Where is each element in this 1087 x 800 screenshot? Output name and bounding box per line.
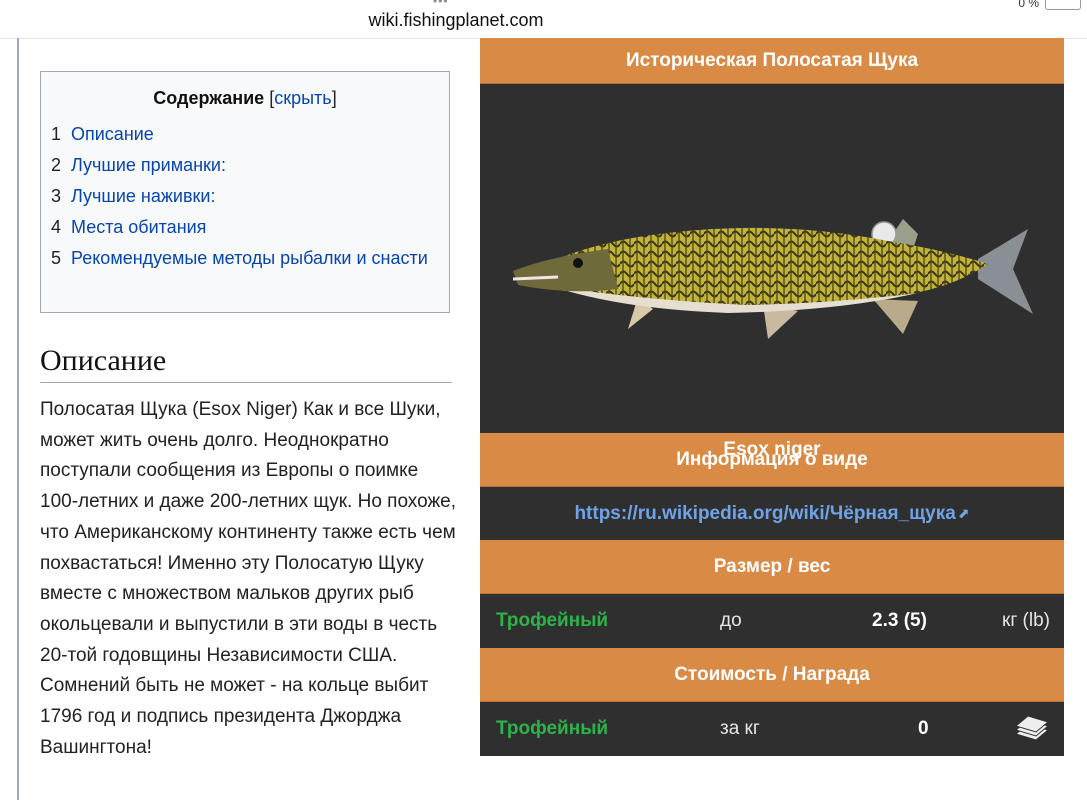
toc-item-link[interactable]: Места обитания (71, 213, 206, 242)
toc-item-best-baits[interactable]: 3 Лучшие наживки: (51, 182, 431, 211)
description-paragraph: Полосатая Щука (Esox Niger) Как и все Шу… (40, 399, 456, 758)
weight-unit: кг (lb) (1002, 610, 1050, 631)
toc-item-number: 5 (51, 248, 62, 268)
toc-item-number: 2 (51, 155, 62, 175)
toc-list: 1 Описание 2 Лучшие приманки: 3 Лучшие нажи… (51, 120, 431, 275)
reward-prefix: за кг (720, 718, 760, 739)
price-reward-header: Стоимость / Награда (480, 648, 1064, 702)
toc-item-description[interactable]: 1 Описание (51, 120, 431, 149)
reward-trophy-row: Трофейный за кг 0 (480, 702, 1064, 756)
toc-item-number: 1 (51, 124, 62, 144)
fish-image-panel: Esox niger (480, 84, 1064, 460)
size-trophy-row: Трофейный до 2.3 (5) кг (lb) (480, 594, 1064, 648)
status-dots: ••• (433, 0, 449, 8)
toc-item-link[interactable]: Описание (71, 120, 154, 149)
trophy-label: Трофейный (496, 718, 609, 739)
external-link-icon: ⬈ (957, 505, 970, 521)
toc-item-number: 4 (51, 217, 62, 237)
reward-value: 0 (918, 718, 929, 739)
size-prefix: до (720, 610, 742, 631)
fish-infobox: Историческая Полосатая Щука Esox niger И… (480, 38, 1064, 758)
battery-icon (1045, 0, 1081, 10)
trophy-weight-value: 2.3 (5) (872, 610, 927, 631)
browser-top-bar: ••• wiki.fishingplanet.com 0 % (0, 0, 1087, 39)
toc-toggle-close: ] (331, 88, 337, 108)
toc-item-number: 3 (51, 186, 62, 206)
fish-image (512, 219, 1033, 339)
toc-header: Содержание [скрыть] (41, 88, 449, 109)
toc-title: Содержание (153, 88, 265, 108)
money-stack-icon (1014, 716, 1050, 741)
toc-hide-link[interactable]: скрыть (274, 88, 331, 108)
toc-item-methods[interactable]: 5 Рекомендуемые методы рыбалки и снасти (51, 244, 431, 273)
species-latin-name: Esox niger (723, 439, 821, 460)
toc-item-habitats[interactable]: 4 Места обитания (51, 213, 431, 242)
toc-item-link[interactable]: Лучшие приманки: (71, 151, 226, 180)
toc-item-link[interactable]: Лучшие наживки: (71, 182, 215, 211)
battery-percent: 0 % (1018, 0, 1039, 10)
size-weight-header: Размер / вес (480, 540, 1064, 594)
infobox-title: Историческая Полосатая Щука (480, 38, 1064, 84)
trophy-label: Трофейный (496, 610, 609, 631)
wikipedia-link[interactable]: https://ru.wikipedia.org/wiki/Чёрная_щук… (574, 503, 955, 525)
battery-status: 0 % (1018, 0, 1081, 10)
section-heading-description: Описание (40, 344, 452, 383)
toc-item-link[interactable]: Рекомендуемые методы рыбалки и снасти (71, 244, 428, 273)
species-info-row: https://ru.wikipedia.org/wiki/Чёрная_щук… (480, 487, 1064, 540)
table-of-contents: Содержание [скрыть] 1 Описание 2 Лучшие пр… (40, 71, 450, 313)
address-bar-url[interactable]: wiki.fishingplanet.com (0, 10, 912, 31)
toc-item-best-lures[interactable]: 2 Лучшие приманки: (51, 151, 431, 180)
content-left-border (17, 38, 19, 800)
